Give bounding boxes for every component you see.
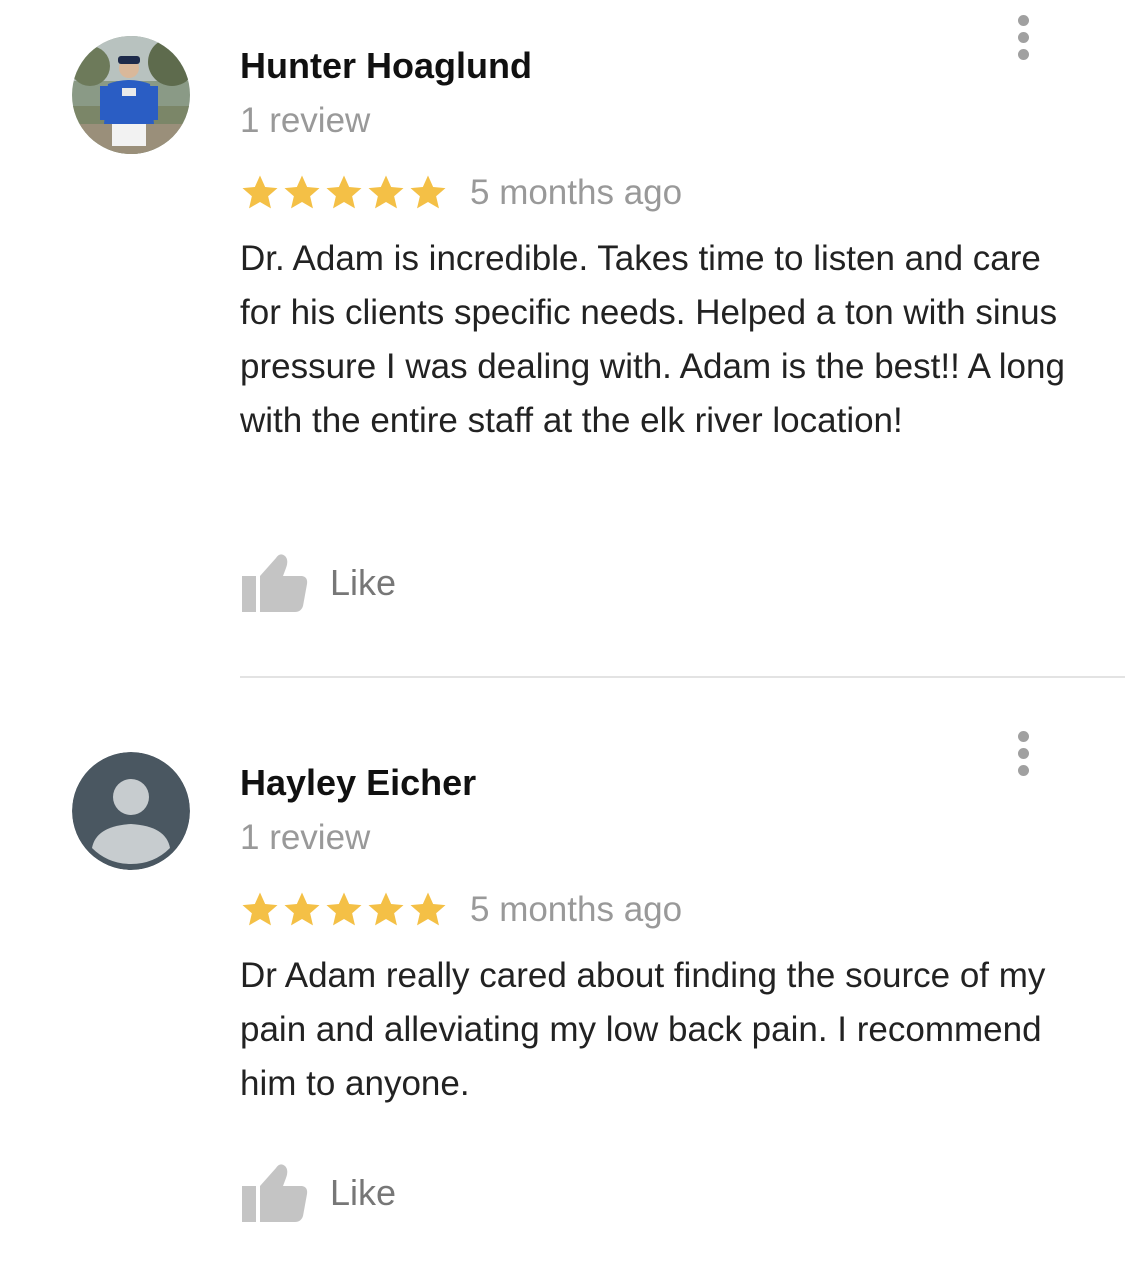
review-body: Hunter Hoaglund 1 review 5 months ago Dr…	[240, 44, 1065, 448]
photo-avatar-icon[interactable]	[72, 36, 190, 154]
like-button[interactable]: Like	[240, 1162, 396, 1224]
like-button[interactable]: Like	[240, 552, 396, 614]
review-count: 1 review	[240, 101, 371, 140]
star-icon	[284, 175, 320, 209]
star-icon	[284, 892, 320, 926]
thumbs-up-icon	[242, 554, 308, 612]
more-vert-icon	[1017, 14, 1029, 26]
like-label: Like	[330, 562, 397, 603]
more-vert-icon	[1017, 730, 1029, 742]
like-label: Like	[330, 1172, 397, 1213]
star-icon	[326, 892, 362, 926]
review-card: Hayley Eicher 1 review 5 months ago Dr A…	[0, 678, 1125, 1276]
review-time: 5 months ago	[470, 890, 683, 929]
default-person-avatar-icon[interactable]	[72, 752, 190, 870]
star-rating	[240, 173, 448, 213]
reviewer-name[interactable]: Hunter Hoaglund	[240, 44, 1065, 88]
rating-row: 5 months ago	[240, 885, 1065, 935]
review-card: Hunter Hoaglund 1 review 5 months ago Dr…	[0, 0, 1125, 676]
star-icon	[326, 175, 362, 209]
star-icon	[368, 892, 404, 926]
star-rating	[240, 890, 448, 930]
review-text: Dr. Adam is incredible. Takes time to li…	[240, 239, 1065, 440]
review-time: 5 months ago	[470, 173, 683, 212]
star-icon	[410, 892, 446, 926]
review-text: Dr Adam really cared about finding the s…	[240, 956, 1046, 1103]
review-count: 1 review	[240, 818, 371, 857]
review-body: Hayley Eicher 1 review 5 months ago Dr A…	[240, 761, 1065, 1111]
star-icon	[368, 175, 404, 209]
thumbs-up-icon	[242, 1164, 308, 1222]
star-icon	[242, 892, 278, 926]
rating-row: 5 months ago	[240, 168, 1065, 218]
star-icon	[410, 175, 446, 209]
star-icon	[242, 175, 278, 209]
reviewer-name[interactable]: Hayley Eicher	[240, 761, 1065, 805]
